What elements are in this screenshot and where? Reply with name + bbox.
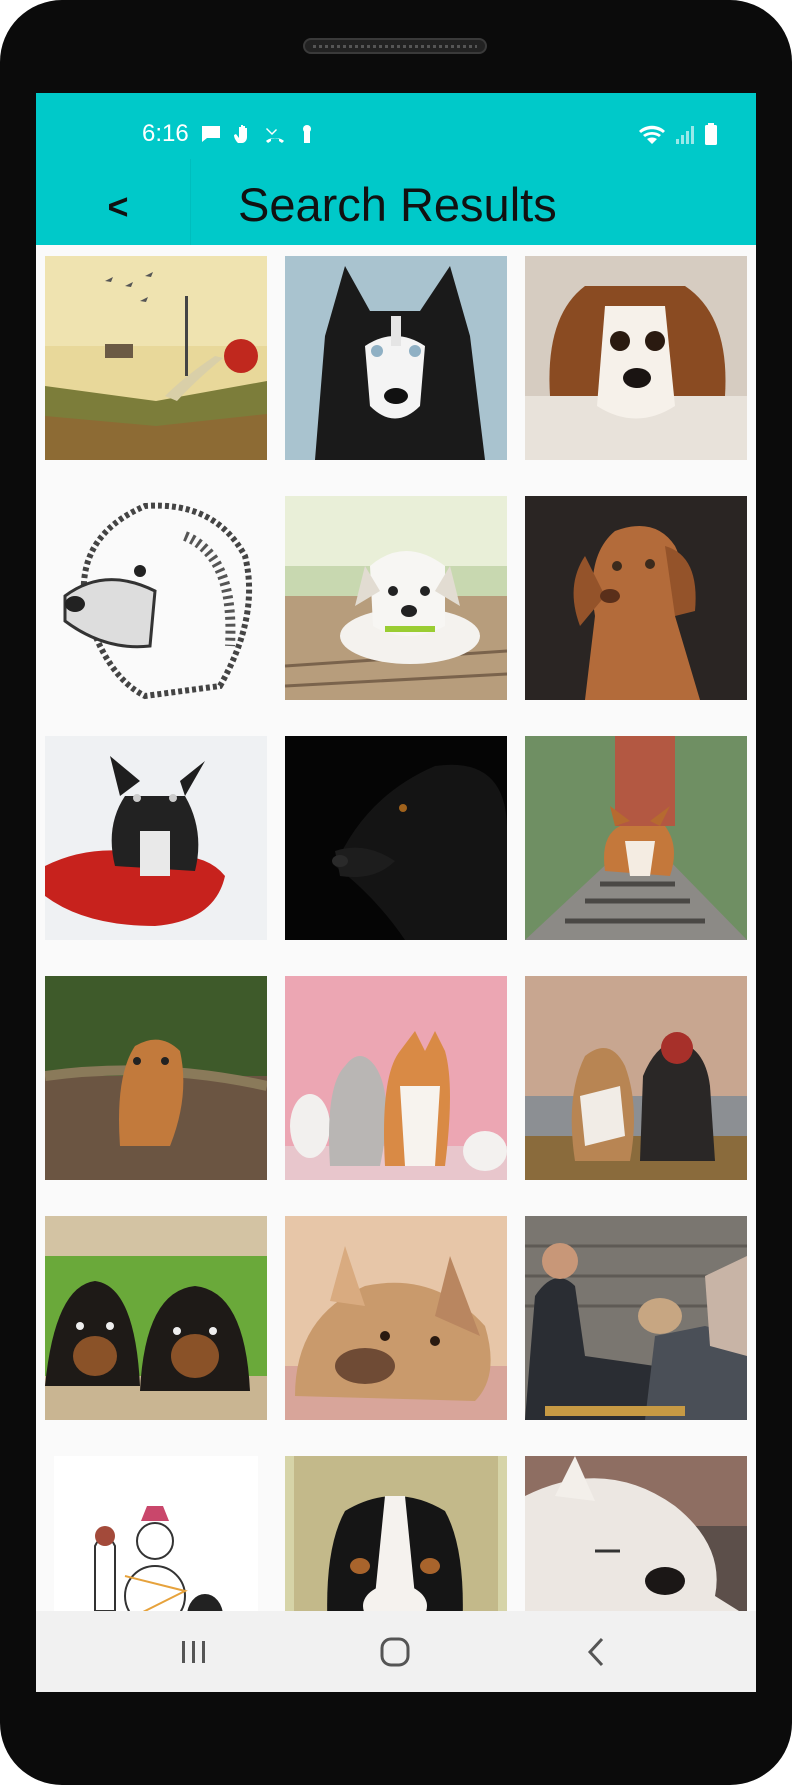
screen: 6:16 < Search Results xyxy=(36,93,756,1692)
keyhole-icon xyxy=(296,123,318,145)
signal-icon xyxy=(674,123,696,149)
result-rottweiler-puppies[interactable] xyxy=(45,1216,267,1420)
result-bernese-mountain-dog[interactable] xyxy=(285,1456,507,1611)
result-cavalier-spaniel[interactable] xyxy=(525,256,747,460)
page-title: Search Results xyxy=(238,178,557,231)
result-corgi-tracks[interactable] xyxy=(525,736,747,940)
result-running-poodle[interactable] xyxy=(45,976,267,1180)
result-bulldog-and-woman[interactable] xyxy=(525,976,747,1180)
notification-icons xyxy=(200,123,318,145)
result-black-dog[interactable] xyxy=(285,736,507,940)
phone-frame: 6:16 < Search Results xyxy=(0,0,792,1785)
back-button[interactable]: < xyxy=(96,185,140,229)
result-book-dog-illustration[interactable] xyxy=(45,256,267,460)
hand-icon xyxy=(232,123,254,145)
app-bar-divider xyxy=(190,159,191,245)
recents-icon[interactable] xyxy=(164,1627,224,1677)
result-husky[interactable] xyxy=(285,256,507,460)
result-white-puppy[interactable] xyxy=(285,496,507,700)
system-navigation-bar xyxy=(36,1611,756,1692)
results-grid[interactable] xyxy=(36,245,756,1611)
result-poodle-corgi-cats[interactable] xyxy=(285,976,507,1180)
battery-icon xyxy=(704,123,718,149)
message-icon xyxy=(200,123,222,145)
home-icon[interactable] xyxy=(365,1627,425,1677)
result-snowman-drawing[interactable] xyxy=(45,1456,267,1611)
result-french-bulldog-pillow[interactable] xyxy=(45,736,267,940)
result-couple-with-pug[interactable] xyxy=(525,1216,747,1420)
app-bar: 6:16 < Search Results xyxy=(36,93,756,245)
result-samoyed[interactable] xyxy=(525,1456,747,1611)
missed-call-icon xyxy=(264,123,286,145)
result-dog-sketch[interactable] xyxy=(45,496,267,700)
status-time: 6:16 xyxy=(142,120,189,147)
wifi-icon xyxy=(638,123,666,149)
earpiece-speaker xyxy=(303,38,487,54)
status-bar: 6:16 xyxy=(36,93,756,149)
result-vizsla[interactable] xyxy=(525,496,747,700)
result-french-bulldog-lying[interactable] xyxy=(285,1216,507,1420)
system-icons xyxy=(638,123,718,149)
back-icon[interactable] xyxy=(566,1627,626,1677)
